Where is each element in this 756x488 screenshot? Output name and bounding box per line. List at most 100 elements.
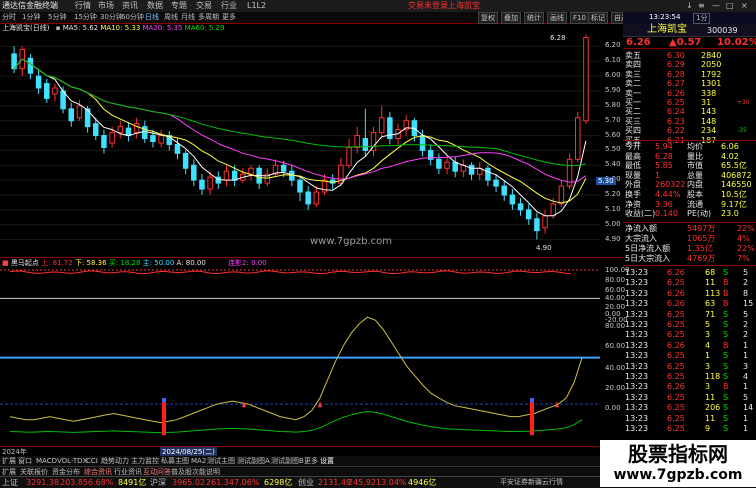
price-axis-tick: 5.40	[605, 160, 621, 169]
index-hs-label[interactable]: 沪深	[150, 478, 166, 487]
period-tab-30min[interactable]: 30分钟	[100, 13, 123, 22]
indicator-tab-settings[interactable]: 设置	[320, 457, 334, 465]
menu-item-news[interactable]: 资讯	[122, 1, 138, 11]
menu-item-trade[interactable]: 交易	[196, 1, 212, 11]
indicator-tab-test-b[interactable]: 测试副图B	[271, 457, 304, 465]
overlay-button[interactable]: 叠加	[501, 12, 521, 24]
tick-cell: 1	[743, 340, 749, 350]
indicator-tab-main-monitor[interactable]: 主力监控	[131, 457, 159, 465]
f10-button[interactable]: F10	[570, 12, 589, 24]
indicator-tab-cci[interactable]: CCI	[86, 457, 98, 465]
indicator-tab-private[interactable]: 私募主图	[161, 457, 189, 465]
bottom-tab-news[interactable]: 综合资讯	[84, 468, 112, 476]
indicator-tab-vol[interactable]: VOL-TDX	[57, 457, 87, 465]
tick-cell: 2	[743, 320, 749, 329]
candle-body	[354, 135, 360, 148]
server-status[interactable]: 平安证券新疆云行情	[500, 478, 563, 487]
adjust-button[interactable]: 复权	[478, 12, 498, 24]
period-tab-15min[interactable]: 15分钟	[74, 13, 97, 22]
period-tab-more[interactable]: 更多	[222, 13, 236, 22]
index-cy-value: 2131.48	[318, 478, 352, 487]
mark-button[interactable]: 标记	[588, 12, 608, 24]
stat-row: 收益(二) 0.140 PE(动) 23.0	[625, 209, 754, 219]
flow-label: 5日大宗流入	[625, 254, 671, 263]
indicator-tab-test-main[interactable]: 测试主图	[207, 457, 235, 465]
tick-cell: S	[723, 268, 729, 277]
date-strip: 2024年 2024/08/25(二)	[0, 446, 623, 457]
period-tab-weekly[interactable]: 周线	[164, 13, 178, 22]
bottom-tab-industry-news[interactable]: 行业资讯	[114, 468, 142, 476]
tick-cell: 6.25	[667, 424, 685, 433]
candle-body	[68, 108, 75, 122]
period-tab-daily[interactable]: 日线	[145, 13, 159, 22]
tick-cell: 13:23	[625, 382, 649, 392]
indicator-tab-test-a[interactable]: 测试副图A	[237, 457, 270, 465]
flow-value: 4769万	[687, 254, 716, 263]
candlestick-chart[interactable]	[0, 33, 600, 253]
indicator-chart[interactable]	[0, 266, 600, 446]
clock: 13:23:54	[649, 13, 681, 21]
bottom-tab-funds[interactable]: 资金分布	[52, 468, 80, 476]
period-tab-1min[interactable]: 1分钟	[22, 13, 40, 22]
menu-item-quotes[interactable]: 行情	[75, 1, 91, 11]
ma-legend-toggle-icon[interactable]: ▪	[56, 24, 61, 32]
tick-list[interactable]: 13:23 6.26 68 S 5 13:23 6.25 11 B 2 13:23 6.26 113 B 8…	[623, 265, 756, 436]
tick-row: 13:23 6.26 68 S 5	[625, 268, 754, 278]
period-tab-multi[interactable]: 多周期	[198, 13, 219, 22]
indicator-tab-macd[interactable]: MACD	[36, 457, 57, 465]
brand-name: 股票指标网	[628, 442, 728, 466]
index-cy-label[interactable]: 创业	[298, 478, 314, 487]
bottom-tab-related[interactable]: 关联报价	[20, 468, 48, 476]
indicator-tab-ma2[interactable]: MA2	[191, 457, 206, 465]
minimize-icon[interactable]: —	[712, 1, 720, 11]
indicator-tab-window[interactable]: 窗口	[18, 457, 32, 465]
indicator-tab-trend[interactable]: 趋势动力	[101, 457, 129, 465]
close-icon[interactable]: ×	[741, 1, 748, 11]
tick-cell: 3	[705, 361, 711, 371]
minimize-tray-icon[interactable]: ↓	[686, 1, 693, 11]
candle-body	[575, 117, 581, 160]
indicator-tab-more[interactable]: 更多	[304, 457, 318, 465]
bottom-tab-ext[interactable]: 扩展	[2, 468, 16, 476]
flow-pct: 7%	[737, 254, 750, 263]
tick-cell: 1	[705, 351, 711, 361]
candle-body	[182, 152, 189, 169]
tick-cell: B	[723, 288, 729, 298]
menu-item-l1l2[interactable]: L1L2	[247, 1, 266, 11]
tick-row: 13:23 6.25 11 B 2	[625, 278, 754, 288]
bottom-tab-explain[interactable]: 普及股次能说明	[171, 468, 220, 476]
flow-label: 大宗流入	[625, 234, 657, 243]
menu-icon[interactable]: ≡	[698, 1, 705, 11]
draw-button[interactable]: 画线	[547, 12, 567, 24]
stats-button[interactable]: 统计	[524, 12, 544, 24]
tick-cell: S	[723, 392, 729, 402]
period-box[interactable]: 1分	[693, 13, 711, 24]
chart-stock-label: 上海凯宝(日线)	[2, 24, 50, 32]
candle-body	[109, 132, 115, 144]
tick-cell: 9	[705, 424, 711, 433]
period-tab-60min[interactable]: 60分钟	[121, 13, 144, 22]
maximize-icon[interactable]: □	[726, 1, 734, 11]
menu-item-market[interactable]: 市场	[98, 1, 114, 11]
candle-body	[419, 135, 426, 151]
period-tab-intraday[interactable]: 分时	[2, 13, 16, 22]
current-price-marker: 5.30	[596, 177, 616, 185]
index-sh-label[interactable]: 上证	[2, 478, 18, 487]
period-tab-5min[interactable]: 5分钟	[48, 13, 66, 22]
buy-signal-cap	[530, 398, 534, 403]
menu-item-topic[interactable]: 专题	[171, 1, 187, 11]
bottom-tab-qa[interactable]: 互动问答	[143, 468, 171, 476]
tick-cell: 11	[705, 278, 716, 288]
login-status[interactable]: 交易未登录	[408, 1, 448, 11]
menu-item-industry[interactable]: 行业	[221, 1, 237, 11]
period-tab-monthly[interactable]: 月线	[181, 13, 195, 22]
tick-cell: 14	[743, 403, 754, 413]
stat-cell: 最低	[625, 161, 641, 171]
candle-body	[76, 105, 83, 119]
tick-row: 13:23 6.25 206 S 14	[625, 403, 754, 413]
indicator-tab-ext[interactable]: 扩展	[2, 457, 16, 465]
tick-row: 13:23 6.26 63 B 15	[625, 299, 754, 309]
candle-body	[493, 179, 499, 187]
menu-item-data[interactable]: 数据	[147, 1, 163, 11]
candle-body	[534, 218, 540, 232]
